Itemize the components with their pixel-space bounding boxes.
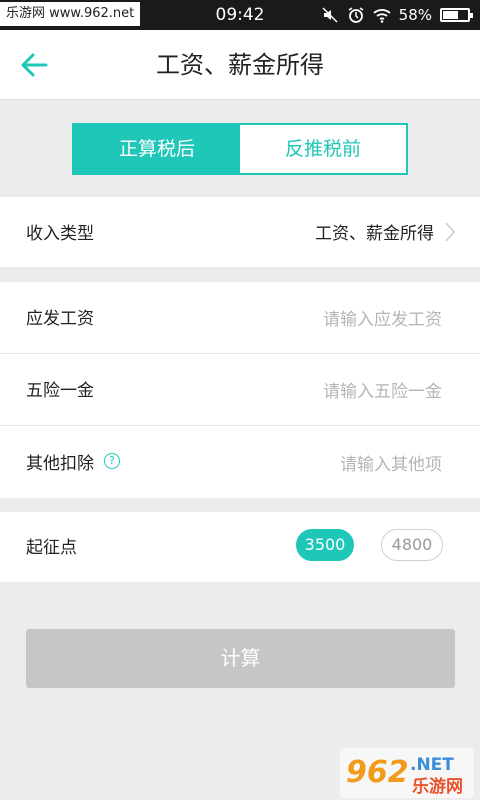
insurance-label: 五险一金	[26, 381, 94, 401]
income-type-row[interactable]: 收入类型 工资、薪金所得	[0, 197, 480, 267]
alarm-icon	[348, 7, 364, 23]
chevron-right-icon	[445, 222, 456, 242]
income-type-value: 工资、薪金所得	[315, 224, 434, 244]
tab-before-tax[interactable]: 反推税前	[240, 125, 406, 173]
income-type-label: 收入类型	[26, 224, 94, 244]
tab-after-tax[interactable]: 正算税后	[74, 125, 240, 173]
calc-mode-segment: 正算税后 反推税前	[72, 123, 408, 175]
battery-percent: 58%	[398, 6, 432, 24]
gross-salary-label: 应发工资	[26, 309, 94, 329]
watermark-logo: 962 .NET 乐游网	[340, 748, 474, 798]
threshold-label: 起征点	[26, 538, 77, 558]
other-deduction-label: 其他扣除	[26, 454, 94, 474]
app-header: 工资、薪金所得	[0, 30, 480, 100]
watermark-logo-graphic: 962 .NET 乐游网	[340, 748, 474, 798]
divider	[0, 425, 480, 426]
threshold-row: 起征点 3500 4800	[0, 512, 480, 582]
status-bar: 乐游网 www.962.net 09:42 58%	[0, 0, 480, 30]
threshold-option-3500[interactable]: 3500	[296, 529, 354, 561]
insurance-input[interactable]: 请输入五险一金	[323, 377, 442, 402]
calculate-button[interactable]: 计算	[26, 629, 455, 688]
other-deduction-input[interactable]: 请输入其他项	[340, 450, 442, 475]
mute-icon	[322, 7, 338, 23]
svg-text:乐游网: 乐游网	[412, 776, 463, 797]
divider	[0, 353, 480, 354]
svg-text:962: 962	[346, 755, 409, 790]
wifi-icon	[373, 9, 391, 23]
gross-salary-input[interactable]: 请输入应发工资	[323, 305, 442, 330]
page-title: 工资、薪金所得	[156, 51, 324, 79]
threshold-option-4800[interactable]: 4800	[381, 529, 443, 561]
help-icon[interactable]: ?	[104, 453, 120, 469]
salary-input-group: 应发工资 请输入应发工资 五险一金 请输入五险一金 其他扣除 ? 请输入其他项	[0, 282, 480, 498]
status-icons: 58%	[321, 0, 473, 30]
svg-text:.NET: .NET	[410, 755, 454, 775]
battery-icon	[440, 8, 473, 22]
